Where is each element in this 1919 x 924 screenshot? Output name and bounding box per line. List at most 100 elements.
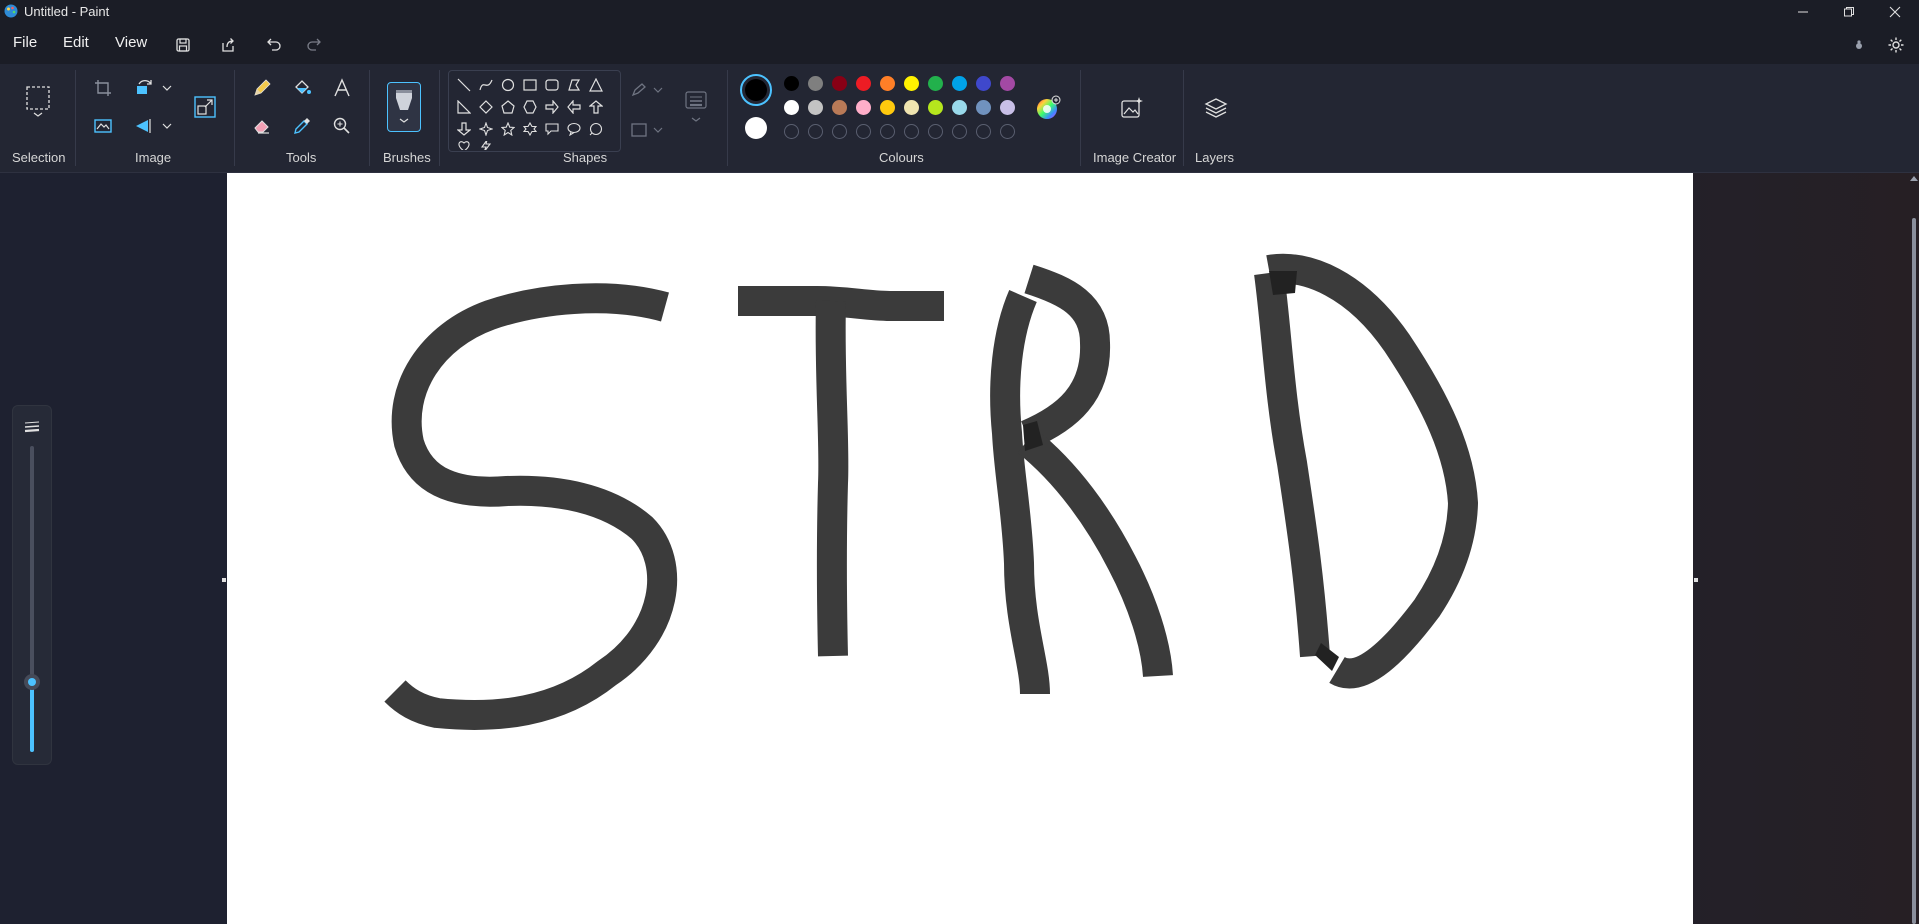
shape-rectangle[interactable] [521, 76, 539, 94]
crop-button[interactable] [89, 74, 117, 102]
magnifier-button[interactable] [328, 112, 356, 140]
shape-lightning[interactable] [477, 141, 495, 150]
scroll-up-icon [1910, 176, 1918, 181]
menu-edit[interactable]: Edit [63, 34, 89, 51]
selection-tool-button[interactable] [22, 84, 54, 120]
shape-fill-button[interactable] [628, 116, 668, 144]
layers-button[interactable] [1201, 93, 1231, 123]
palette-swatch[interactable] [928, 76, 943, 91]
shape-four-point-star[interactable] [477, 120, 495, 138]
palette-swatch[interactable] [904, 76, 919, 91]
shape-right-triangle[interactable] [455, 98, 473, 116]
shape-up-arrow[interactable] [587, 98, 605, 116]
canvas-resize-handle-left[interactable] [222, 578, 226, 582]
brushes-button[interactable] [387, 82, 421, 132]
share-button[interactable] [216, 33, 240, 57]
custom-colour-slot[interactable] [928, 124, 943, 139]
palette-swatch[interactable] [856, 76, 871, 91]
custom-colour-slot[interactable] [952, 124, 967, 139]
shape-oval[interactable] [499, 76, 517, 94]
palette-swatch[interactable] [832, 76, 847, 91]
palette-swatch[interactable] [784, 100, 799, 115]
palette-swatch[interactable] [784, 76, 799, 91]
brush-size-thumb[interactable] [24, 673, 40, 690]
palette-swatch[interactable] [952, 100, 967, 115]
shape-line[interactable] [455, 76, 473, 94]
custom-colour-slot[interactable] [880, 124, 895, 139]
color-picker-button[interactable] [288, 112, 316, 140]
drawing-canvas[interactable] [227, 173, 1693, 924]
palette-swatch[interactable] [808, 100, 823, 115]
restore-button[interactable] [1826, 0, 1872, 24]
copilot-button[interactable] [1847, 33, 1871, 57]
palette-swatch[interactable] [1000, 100, 1015, 115]
palette-swatch[interactable] [928, 100, 943, 115]
shape-left-arrow[interactable] [565, 98, 583, 116]
background-remove-button[interactable] [89, 112, 117, 140]
close-button[interactable] [1872, 0, 1918, 24]
eraser-button[interactable] [248, 112, 276, 140]
custom-colour-slot[interactable] [976, 124, 991, 139]
rectangle-select-icon [26, 86, 50, 117]
rect-callout-shape-icon [545, 123, 559, 136]
palette-swatch[interactable] [976, 100, 991, 115]
shape-cloud-callout[interactable] [587, 120, 605, 138]
palette-swatch[interactable] [880, 100, 895, 115]
shape-down-arrow[interactable] [455, 120, 473, 138]
shape-pentagon[interactable] [499, 98, 517, 116]
shape-polygon[interactable] [565, 76, 583, 94]
edit-colours-button[interactable] [1032, 92, 1064, 124]
text-button[interactable] [328, 74, 356, 102]
shape-oval-callout[interactable] [565, 120, 583, 138]
drawn-letter-r-bowl [1020, 264, 1111, 449]
rotate-button[interactable] [131, 74, 175, 102]
shape-hexagon[interactable] [521, 98, 539, 116]
shape-heart[interactable] [455, 141, 473, 150]
flip-button[interactable] [131, 112, 175, 140]
shape-five-point-star[interactable] [499, 120, 517, 138]
shape-outline-button[interactable] [628, 76, 668, 104]
shape-right-arrow[interactable] [543, 98, 561, 116]
custom-colour-slot[interactable] [904, 124, 919, 139]
image-creator-button[interactable] [1117, 93, 1147, 123]
undo-button[interactable] [262, 33, 286, 57]
palette-swatch[interactable] [808, 76, 823, 91]
shape-rect-callout[interactable] [543, 120, 561, 138]
resize-button[interactable] [190, 92, 220, 122]
save-button[interactable] [171, 33, 195, 57]
palette-swatch[interactable] [904, 100, 919, 115]
size-button[interactable] [680, 86, 712, 134]
custom-colour-slot[interactable] [784, 124, 799, 139]
image-creator-icon [1121, 97, 1143, 118]
shape-rounded-rectangle[interactable] [543, 76, 561, 94]
scroll-thumb[interactable] [1912, 218, 1916, 924]
palette-swatch[interactable] [976, 76, 991, 91]
line-shape-icon [457, 78, 471, 92]
pencil-button[interactable] [248, 74, 276, 102]
menu-file[interactable]: File [13, 34, 37, 51]
palette-swatch[interactable] [856, 100, 871, 115]
custom-colour-slot[interactable] [856, 124, 871, 139]
custom-colour-slot[interactable] [832, 124, 847, 139]
vertical-scrollbar[interactable] [1909, 173, 1919, 924]
palette-swatch[interactable] [832, 100, 847, 115]
shape-triangle[interactable] [587, 76, 605, 94]
secondary-colour-button[interactable] [742, 114, 770, 142]
palette-swatch[interactable] [1000, 76, 1015, 91]
shape-diamond[interactable] [477, 98, 495, 116]
fill-bucket-button[interactable] [288, 74, 316, 102]
minimize-button[interactable] [1780, 0, 1826, 24]
canvas-resize-handle-right[interactable] [1694, 578, 1698, 582]
custom-colour-slot[interactable] [808, 124, 823, 139]
palette-swatch[interactable] [952, 76, 967, 91]
palette-swatch[interactable] [880, 76, 895, 91]
brush-size-track[interactable] [24, 446, 40, 752]
shape-six-point-star[interactable] [521, 120, 539, 138]
primary-colour-button[interactable] [740, 74, 772, 106]
shape-curve[interactable] [477, 76, 495, 94]
menu-view[interactable]: View [115, 34, 147, 51]
settings-button[interactable] [1884, 33, 1908, 57]
canvas-drawing [384, 253, 1478, 730]
custom-colour-slot[interactable] [1000, 124, 1015, 139]
redo-button[interactable] [302, 33, 326, 57]
